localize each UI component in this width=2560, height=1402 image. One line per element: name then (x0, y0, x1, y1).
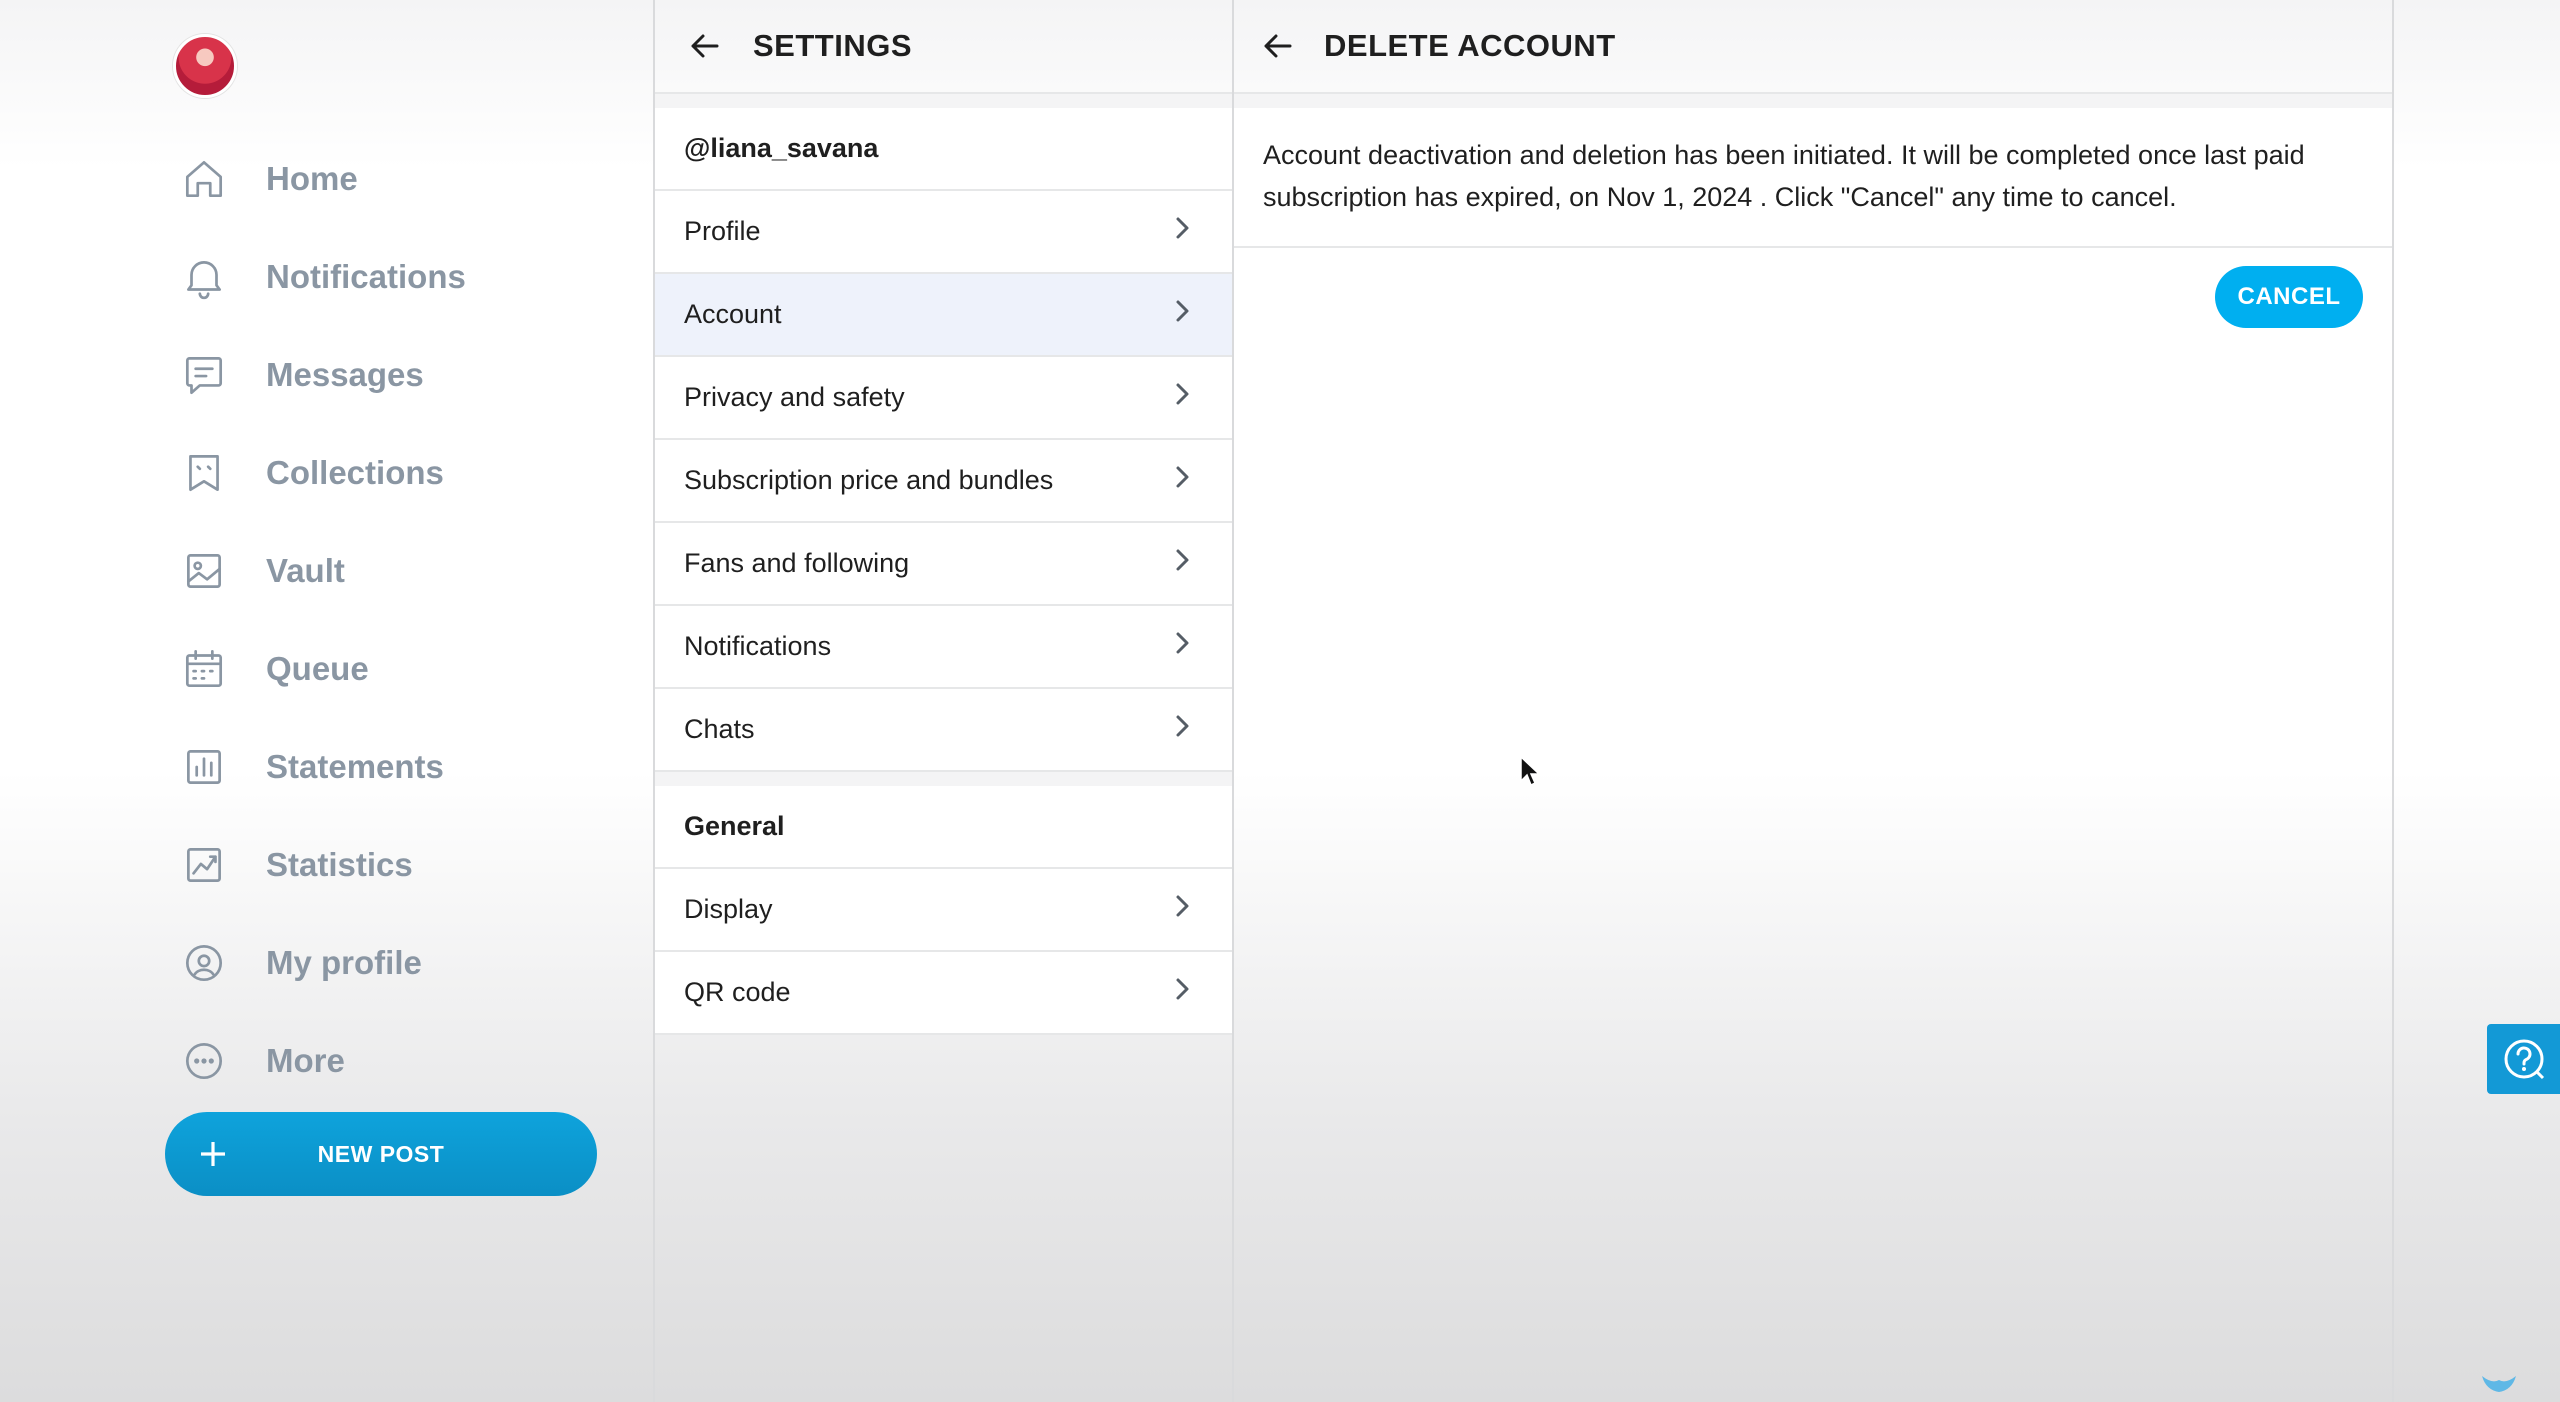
sidebar-item-statements[interactable]: Statements (176, 718, 466, 816)
message-icon (176, 347, 232, 403)
sidebar-item-label: Statistics (266, 846, 413, 883)
calendar-icon (176, 641, 232, 697)
line-chart-icon (176, 837, 232, 893)
avatar[interactable] (173, 34, 237, 98)
settings-item-label: Chats (684, 714, 755, 744)
sidebar-item-more[interactable]: More (176, 1012, 466, 1110)
settings-item-label: Fans and following (684, 548, 910, 578)
delete-account-header: DELETE ACCOUNT (1234, 0, 2392, 94)
actions-bar: CANCEL (1234, 248, 2392, 328)
chevron-right-icon (1168, 297, 1196, 332)
bar-chart-icon (176, 739, 232, 795)
divider (655, 94, 1232, 108)
sidebar-item-label: Statements (266, 748, 444, 785)
account-settings-group: @liana_savana Profile Account Privacy an… (655, 108, 1232, 772)
settings-item-label: Subscription price and bundles (684, 465, 1054, 495)
new-post-label: NEW POST (317, 1140, 445, 1167)
chevron-right-icon (1168, 380, 1196, 415)
settings-item-label: Privacy and safety (684, 382, 905, 412)
username-header: @liana_savana (655, 108, 1232, 191)
cancel-button[interactable]: CANCEL (2215, 266, 2363, 328)
brand-logo-icon (2482, 1376, 2516, 1392)
settings-item-label: Notifications (684, 631, 832, 661)
settings-item-label: Display (684, 894, 773, 924)
chevron-right-icon (1168, 892, 1196, 927)
settings-item-qr-code[interactable]: QR code (655, 952, 1232, 1035)
sidebar-item-vault[interactable]: Vault (176, 522, 466, 620)
settings-item-profile[interactable]: Profile (655, 191, 1232, 274)
sidebar-item-my-profile[interactable]: My profile (176, 914, 466, 1012)
page-title: SETTINGS (753, 28, 913, 63)
new-post-button[interactable]: NEW POST (165, 1112, 597, 1196)
chevron-right-icon (1168, 546, 1196, 581)
chevron-right-icon (1168, 629, 1196, 664)
sidebar-item-statistics[interactable]: Statistics (176, 816, 466, 914)
deletion-notice: Account deactivation and deletion has be… (1234, 108, 2392, 248)
sidebar-item-collections[interactable]: Collections (176, 424, 466, 522)
chevron-right-icon (1168, 975, 1196, 1010)
app-page: Home Notifications Messages Collections (0, 0, 2560, 1402)
settings-panel: SETTINGS @liana_savana Profile Account P… (653, 0, 1234, 1402)
divider (655, 772, 1232, 786)
general-header: General (655, 786, 1232, 869)
settings-item-chats[interactable]: Chats (655, 689, 1232, 772)
sidebar-item-label: Notifications (266, 258, 466, 295)
sidebar-item-messages[interactable]: Messages (176, 326, 466, 424)
settings-item-notifications[interactable]: Notifications (655, 606, 1232, 689)
general-settings-group: General Display QR code (655, 786, 1232, 1035)
mouse-cursor-icon (1520, 755, 1541, 787)
sidebar-item-label: Vault (266, 552, 345, 589)
settings-item-privacy[interactable]: Privacy and safety (655, 357, 1232, 440)
settings-item-label: Profile (684, 216, 761, 246)
delete-account-panel: DELETE ACCOUNT Account deactivation and … (1234, 0, 2394, 1402)
chevron-right-icon (1168, 712, 1196, 747)
sidebar-nav: Home Notifications Messages Collections (176, 130, 466, 1110)
settings-header: SETTINGS (655, 0, 1232, 94)
more-icon (176, 1033, 232, 1089)
sidebar-item-queue[interactable]: Queue (176, 620, 466, 718)
image-icon (176, 543, 232, 599)
divider (1234, 94, 2392, 108)
home-icon (176, 151, 232, 207)
back-arrow-icon[interactable] (685, 26, 725, 66)
settings-item-display[interactable]: Display (655, 869, 1232, 952)
sidebar-item-label: Collections (266, 454, 444, 491)
bell-icon (176, 249, 232, 305)
plus-icon (193, 1134, 233, 1174)
page-title: DELETE ACCOUNT (1324, 28, 1616, 63)
sidebar-item-label: Messages (266, 356, 424, 393)
sidebar: Home Notifications Messages Collections (0, 0, 653, 1402)
sidebar-item-home[interactable]: Home (176, 130, 466, 228)
settings-item-fans[interactable]: Fans and following (655, 523, 1232, 606)
settings-item-label: Account (684, 299, 782, 329)
chevron-right-icon (1168, 214, 1196, 249)
settings-item-label: QR code (684, 977, 791, 1007)
settings-item-subscription[interactable]: Subscription price and bundles (655, 440, 1232, 523)
bookmark-icon (176, 445, 232, 501)
help-icon (2504, 1039, 2544, 1080)
settings-item-account[interactable]: Account (655, 274, 1232, 357)
sidebar-item-label: My profile (266, 944, 422, 981)
sidebar-item-label: More (266, 1042, 345, 1079)
user-circle-icon (176, 935, 232, 991)
sidebar-item-notifications[interactable]: Notifications (176, 228, 466, 326)
chevron-right-icon (1168, 463, 1196, 498)
sidebar-item-label: Home (266, 160, 358, 197)
back-arrow-icon[interactable] (1258, 26, 1298, 66)
sidebar-item-label: Queue (266, 650, 369, 687)
help-button[interactable] (2487, 1024, 2560, 1094)
